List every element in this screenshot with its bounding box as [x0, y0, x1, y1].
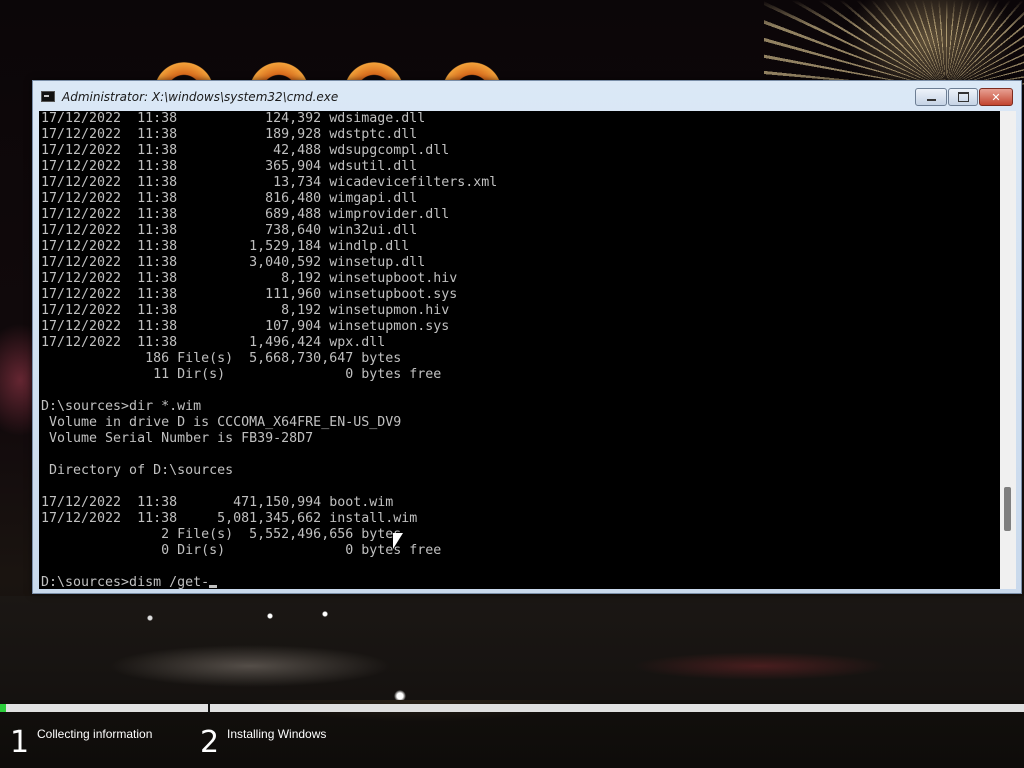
step-1-number: 1	[10, 725, 30, 760]
cmd-icon[interactable]	[41, 91, 55, 102]
console-line: 17/12/2022 11:38 816,480 wimgapi.dll	[41, 191, 418, 206]
step-2-label: Installing Windows	[227, 727, 327, 741]
progress-fill	[0, 704, 6, 712]
text-cursor	[209, 585, 218, 588]
close-button[interactable]: ✕	[979, 88, 1013, 106]
progress-track	[0, 702, 1024, 714]
console-line: 17/12/2022 11:38 471,150,994 boot.wim	[41, 495, 394, 510]
console-line: 17/12/2022 11:38 8,192 winsetupmon.hiv	[41, 303, 450, 318]
console-line: Directory of D:\sources	[41, 463, 234, 478]
console-line: 17/12/2022 11:38 111,960 winsetupboot.sy…	[41, 287, 458, 302]
console-line: 17/12/2022 11:38 107,904 winsetupmon.sys	[41, 319, 450, 334]
step-1-label: Collecting information	[37, 727, 153, 741]
console-line: 17/12/2022 11:38 42,488 wdsupgcompl.dll	[41, 143, 450, 158]
progress-step-divider	[208, 702, 210, 714]
console-line: 17/12/2022 11:38 189,928 wdstptc.dll	[41, 127, 418, 142]
console-line: 17/12/2022 11:38 689,488 wimprovider.dll	[41, 207, 450, 222]
console-line: 2 File(s) 5,552,496,656 bytes	[41, 527, 402, 542]
minimize-icon	[926, 99, 936, 101]
console-line: 11 Dir(s) 0 bytes free	[41, 367, 442, 382]
command-input-text[interactable]: D:\sources>dism /get-	[41, 575, 209, 589]
console-line: D:\sources>dir *.wim	[41, 399, 202, 414]
console-line: 17/12/2022 11:38 124,392 wdsimage.dll	[41, 111, 426, 126]
command-prompt[interactable]: D:\sources>dism /get-	[41, 575, 1000, 589]
console-line: 17/12/2022 11:38 365,904 wdsutil.dll	[41, 159, 418, 174]
firework-burst	[764, 0, 1024, 90]
console-line: 0 Dir(s) 0 bytes free	[41, 543, 442, 558]
mouse-pointer-icon	[393, 533, 403, 549]
maximize-button[interactable]	[948, 88, 978, 106]
console-line: 186 File(s) 5,668,730,647 bytes	[41, 351, 402, 366]
city-lights	[0, 596, 1024, 700]
console-line: 17/12/2022 11:38 3,040,592 winsetup.dll	[41, 255, 426, 270]
console-text: 17/12/2022 11:38 124,392 wdsimage.dll 17/…	[39, 111, 1000, 589]
console-line: 17/12/2022 11:38 8,192 winsetupboot.hiv	[41, 271, 458, 286]
step-2-number: 2	[200, 725, 220, 760]
console-line: Volume in drive D is CCCOMA_X64FRE_EN-US…	[41, 415, 402, 430]
scrollbar-thumb[interactable]	[1004, 487, 1011, 531]
close-icon: ✕	[991, 90, 1001, 104]
console-line: 17/12/2022 11:38 738,640 win32ui.dll	[41, 223, 418, 238]
title-bar[interactable]: Administrator: X:\windows\system32\cmd.e…	[33, 81, 1021, 111]
console-line: 17/12/2022 11:38 5,081,345,662 install.w…	[41, 511, 418, 526]
minimize-button[interactable]	[915, 88, 947, 106]
cmd-window[interactable]: Administrator: X:\windows\system32\cmd.e…	[32, 80, 1022, 594]
console-line: 17/12/2022 11:38 1,529,184 windlp.dll	[41, 239, 410, 254]
console-line: Volume Serial Number is FB39-28D7	[41, 431, 314, 446]
vertical-scrollbar[interactable]	[1000, 111, 1016, 589]
window-title: Administrator: X:\windows\system32\cmd.e…	[62, 90, 339, 104]
console-line: 17/12/2022 11:38 13,734 wicadevicefilter…	[41, 175, 498, 190]
setup-progress-bar: 1 Collecting information 2 Installing Wi…	[0, 702, 1024, 768]
console-line: 17/12/2022 11:38 1,496,424 wpx.dll	[41, 335, 386, 350]
console-output[interactable]: 17/12/2022 11:38 124,392 wdsimage.dll 17/…	[39, 111, 1000, 589]
maximize-icon	[957, 92, 969, 102]
